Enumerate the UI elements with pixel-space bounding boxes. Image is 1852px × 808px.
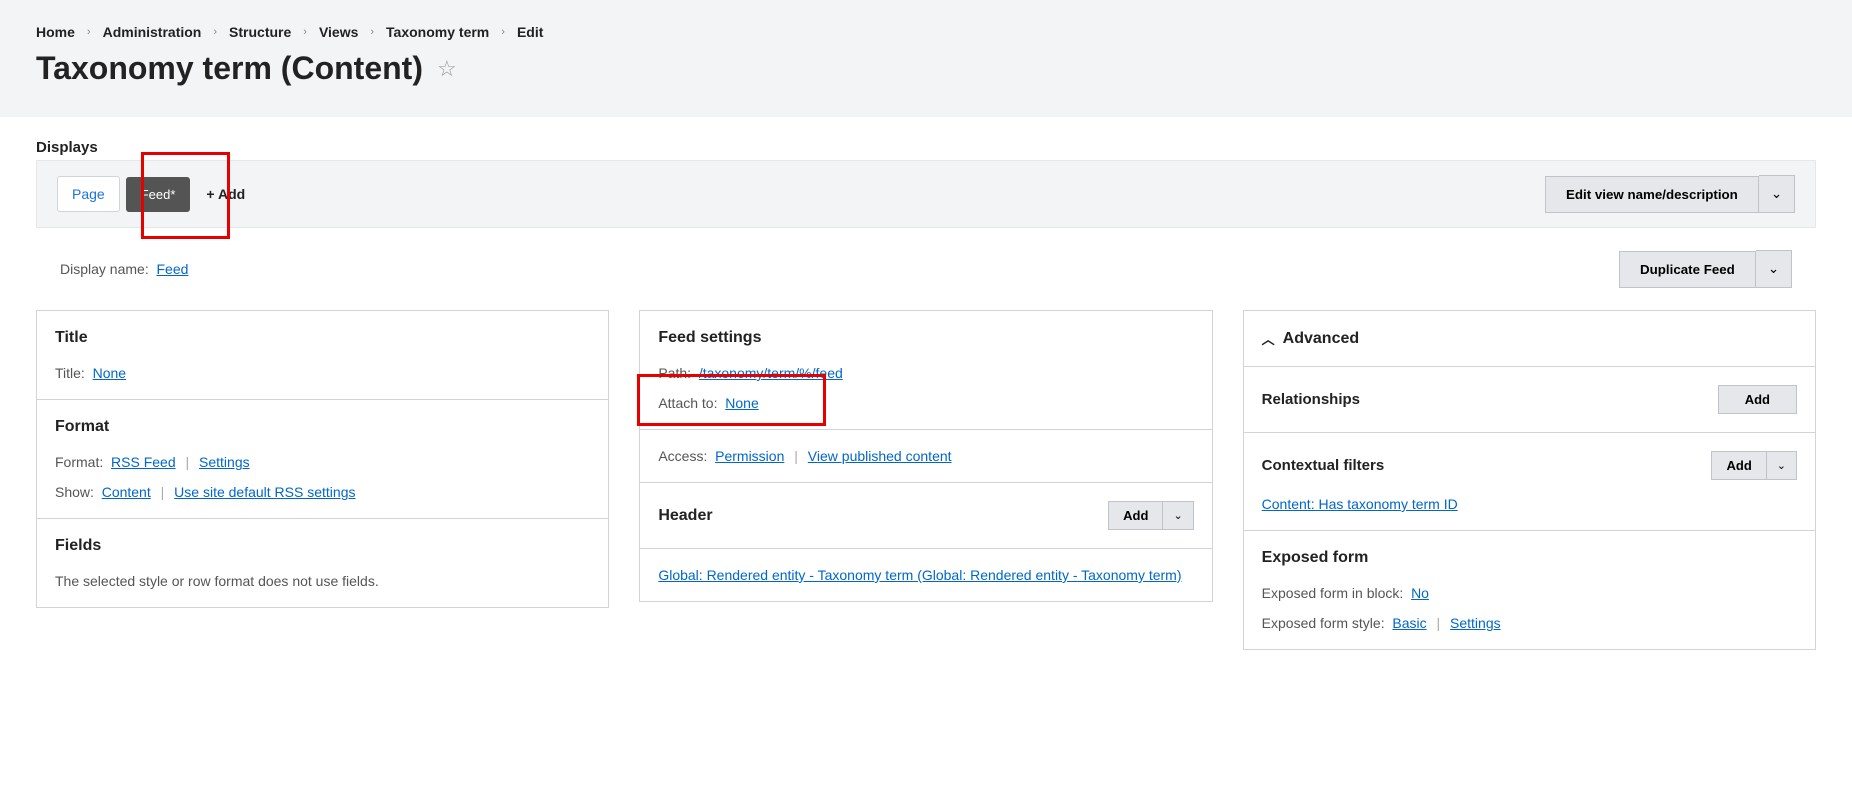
exposed-style-settings-link[interactable]: Settings (1450, 615, 1501, 631)
display-name-label: Display name: (60, 261, 149, 277)
attach-to-label: Attach to: (658, 395, 717, 411)
edit-view-dropdown[interactable]: ⌄ (1759, 175, 1795, 213)
add-display-button[interactable]: + Add (206, 186, 245, 202)
pipe-separator: | (794, 448, 798, 464)
chevron-down-icon: ⌄ (1173, 510, 1182, 522)
pipe-separator: | (161, 484, 165, 500)
format-heading: Format (55, 418, 590, 436)
title-heading: Title (55, 329, 590, 347)
contextual-filter-link[interactable]: Content: Has taxonomy term ID (1262, 496, 1458, 512)
feed-settings-panel: Feed settings Path: /taxonomy/term/%/fee… (639, 310, 1212, 602)
pipe-separator: | (1437, 615, 1441, 631)
path-value-link[interactable]: /taxonomy/term/%/feed (699, 365, 843, 381)
advanced-label: Advanced (1283, 330, 1359, 348)
advanced-toggle[interactable]: ︿ Advanced (1244, 311, 1815, 367)
exposed-block-value-link[interactable]: No (1411, 585, 1429, 601)
feed-settings-heading: Feed settings (658, 329, 1193, 347)
exposed-style-label: Exposed form style: (1262, 615, 1385, 631)
format-label: Format: (55, 454, 103, 470)
breadcrumb-edit[interactable]: Edit (517, 24, 543, 40)
fields-heading: Fields (55, 537, 590, 555)
path-label: Path: (658, 365, 691, 381)
chevron-right-icon: › (501, 26, 505, 38)
format-settings-link[interactable]: Settings (199, 454, 250, 470)
show-value-link[interactable]: Content (102, 484, 151, 500)
display-name-value[interactable]: Feed (156, 261, 188, 277)
chevron-right-icon: › (303, 26, 307, 38)
access-label: Access: (658, 448, 707, 464)
breadcrumb-taxonomy[interactable]: Taxonomy term (386, 24, 489, 40)
show-label: Show: (55, 484, 94, 500)
duplicate-feed-button[interactable]: Duplicate Feed (1619, 251, 1756, 288)
show-settings-link[interactable]: Use site default RSS settings (174, 484, 355, 500)
fields-text: The selected style or row format does no… (55, 573, 590, 589)
relationships-heading: Relationships (1262, 391, 1360, 408)
header-heading: Header (658, 507, 712, 525)
contextual-add-dropdown[interactable]: ⌄ (1767, 451, 1797, 480)
header-global-link[interactable]: Global: Rendered entity - Taxonomy term … (658, 567, 1181, 583)
breadcrumb-home[interactable]: Home (36, 24, 75, 40)
format-value-link[interactable]: RSS Feed (111, 454, 176, 470)
breadcrumb: Home› Administration› Structure› Views› … (36, 24, 1816, 40)
duplicate-feed-dropdown[interactable]: ⌄ (1756, 250, 1792, 288)
title-label: Title: (55, 365, 85, 381)
breadcrumb-views[interactable]: Views (319, 24, 358, 40)
edit-view-name-button[interactable]: Edit view name/description (1545, 176, 1759, 213)
relationships-add-button[interactable]: Add (1718, 385, 1797, 414)
access-value-link[interactable]: Permission (715, 448, 784, 464)
exposed-style-value-link[interactable]: Basic (1392, 615, 1426, 631)
header-add-button[interactable]: Add (1108, 501, 1163, 530)
tab-feed[interactable]: Feed* (126, 177, 191, 212)
contextual-filters-heading: Contextual filters (1262, 457, 1385, 474)
page-title: Taxonomy term (Content) (36, 50, 423, 87)
displays-bar: Page Feed* + Add Edit view name/descript… (36, 160, 1816, 228)
chevron-right-icon: › (87, 26, 91, 38)
chevron-down-icon: ⌄ (1768, 261, 1779, 276)
chevron-up-icon: ︿ (1262, 329, 1275, 348)
breadcrumb-admin[interactable]: Administration (103, 24, 202, 40)
tab-page[interactable]: Page (57, 176, 120, 212)
exposed-block-label: Exposed form in block: (1262, 585, 1404, 601)
displays-label: Displays (36, 139, 1816, 156)
access-detail-link[interactable]: View published content (808, 448, 952, 464)
star-icon[interactable]: ☆ (437, 56, 457, 82)
chevron-right-icon: › (213, 26, 217, 38)
breadcrumb-structure[interactable]: Structure (229, 24, 291, 40)
exposed-form-heading: Exposed form (1262, 549, 1797, 567)
title-panel: Title Title: None Format Format: RSS Fee… (36, 310, 609, 608)
header-add-dropdown[interactable]: ⌄ (1163, 501, 1193, 530)
attach-to-value-link[interactable]: None (725, 395, 758, 411)
contextual-add-button[interactable]: Add (1711, 451, 1766, 480)
title-value-link[interactable]: None (93, 365, 126, 381)
chevron-down-icon: ⌄ (1771, 186, 1782, 201)
advanced-panel: ︿ Advanced Relationships Add Contextual … (1243, 310, 1816, 650)
chevron-down-icon: ⌄ (1777, 460, 1786, 472)
chevron-right-icon: › (370, 26, 374, 38)
pipe-separator: | (186, 454, 190, 470)
